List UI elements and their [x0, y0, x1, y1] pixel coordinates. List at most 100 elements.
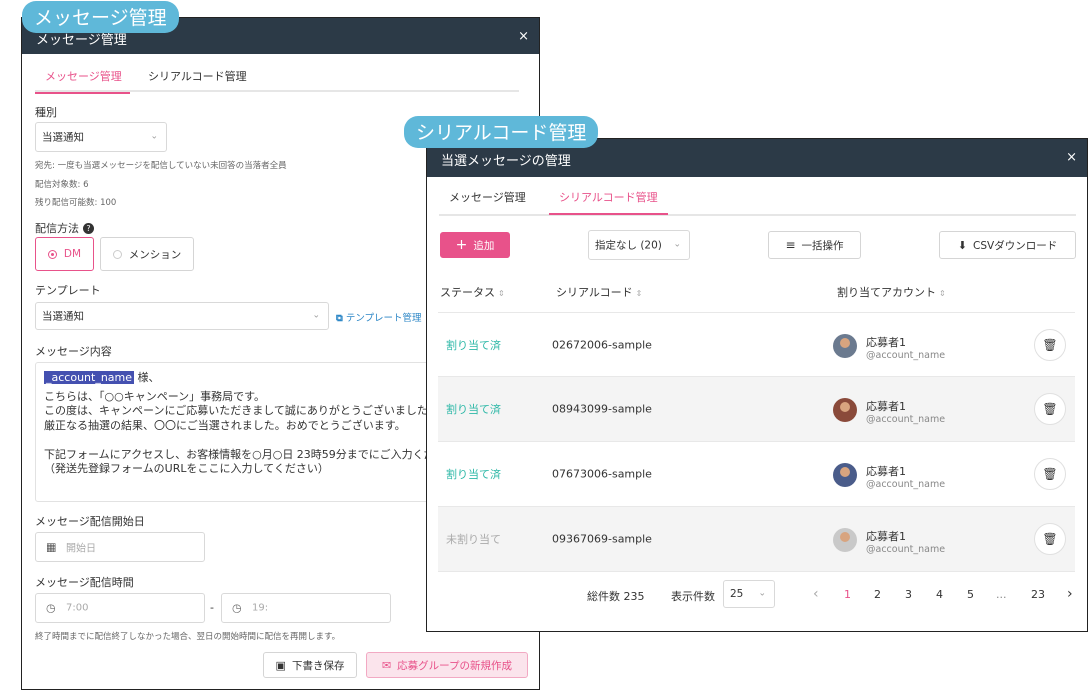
csv-download-button[interactable]: ⬇ CSVダウンロード — [939, 231, 1076, 259]
template-label: テンプレート — [35, 284, 101, 297]
sort-icon: ⇕ — [939, 289, 946, 298]
avatar — [833, 528, 857, 552]
account-display-name: 応募者1 — [866, 465, 906, 478]
column-header-serial-code[interactable]: シリアルコード ⇕ — [556, 284, 642, 300]
time-to-input[interactable]: ◷ 19: — [221, 593, 391, 623]
account-name-token: _account_name — [44, 371, 135, 384]
add-button[interactable]: + 追加 — [440, 232, 510, 258]
close-icon[interactable]: × — [518, 29, 529, 44]
column-header-status[interactable]: ステータス ⇕ — [440, 284, 505, 300]
type-select[interactable]: 当選通知 ⌄ — [35, 122, 167, 152]
salutation-text: 様、 — [137, 371, 160, 384]
column-header-assigned-account[interactable]: 割り当てアカウント ⇕ — [837, 284, 946, 300]
status-text: 割り当て済 — [446, 338, 501, 352]
prev-page-button[interactable]: ‹ — [813, 586, 819, 602]
save-draft-button[interactable]: ▣ 下書き保存 — [263, 652, 357, 678]
chevron-down-icon: ⌄ — [758, 588, 766, 599]
serial-code-management-tag: シリアルコード管理 — [404, 116, 599, 148]
remaining-count-note: 残り配信可能数: 100 — [35, 198, 117, 208]
radio-selected-icon — [47, 249, 57, 259]
template-management-link[interactable]: ⧉ テンプレート管理 — [336, 310, 422, 324]
list-icon: ≡ — [785, 238, 796, 252]
page-ellipsis: ... — [996, 588, 1007, 601]
page-5[interactable]: 5 — [967, 588, 974, 601]
status-text: 割り当て済 — [446, 403, 501, 416]
clock-icon: ◷ — [232, 601, 242, 615]
account-display-name: 応募者1 — [866, 400, 906, 413]
delete-button[interactable]: 🗑︎ — [1034, 523, 1066, 555]
help-icon[interactable]: ? — [83, 223, 94, 234]
type-select-value: 当選通知 — [42, 131, 84, 144]
trash-icon: 🗑︎ — [1042, 467, 1058, 481]
start-date-placeholder: 開始日 — [66, 543, 96, 555]
table-row: 割り当て済 08943099-sample 応募者1 @account_name… — [438, 377, 1075, 442]
avatar — [833, 334, 857, 358]
method-mention-radio[interactable]: メンション — [100, 237, 194, 271]
template-select[interactable]: 当選通知 ⌄ — [35, 302, 329, 330]
bulk-operation-button[interactable]: ≡ 一括操作 — [768, 231, 861, 259]
chevron-down-icon: ⌄ — [673, 239, 681, 250]
close-icon[interactable]: × — [1066, 150, 1077, 165]
save-draft-label: 下書き保存 — [291, 659, 345, 672]
serial-code-text: 09367069-sample — [552, 532, 652, 546]
save-icon: ▣ — [275, 658, 286, 672]
per-page-value: 25 — [730, 588, 744, 600]
serial-code-text: 07673006-sample — [552, 467, 652, 481]
total-count: 総件数 235 — [587, 590, 645, 603]
start-date-input[interactable]: ▦ 開始日 — [35, 532, 205, 562]
next-page-button[interactable]: › — [1067, 586, 1073, 602]
csv-download-label: CSVダウンロード — [973, 239, 1058, 252]
external-link-icon: ⧉ — [336, 313, 343, 324]
page-3[interactable]: 3 — [905, 588, 912, 601]
create-group-label: 応募グループの新規作成 — [397, 659, 513, 672]
trash-icon: 🗑︎ — [1042, 532, 1058, 546]
radio-unselected-icon — [112, 249, 122, 259]
delete-button[interactable]: 🗑︎ — [1034, 393, 1066, 425]
serial-code-management-window: 当選メッセージの管理 × メッセージ管理 シリアルコード管理 + 追加 指定なし … — [426, 138, 1088, 632]
tab-bar: メッセージ管理 シリアルコード管理 — [35, 68, 519, 94]
delete-button[interactable]: 🗑︎ — [1034, 458, 1066, 490]
account-handle: @account_name — [866, 350, 946, 361]
create-group-button[interactable]: ✉ 応募グループの新規作成 — [366, 652, 528, 678]
account-handle: @account_name — [866, 479, 946, 490]
page-2[interactable]: 2 — [874, 588, 881, 601]
method-dm-radio[interactable]: DM — [35, 237, 94, 271]
tab-message-management[interactable]: メッセージ管理 — [35, 68, 130, 94]
trash-icon: 🗑︎ — [1042, 338, 1058, 352]
time-from-value: 7:00 — [66, 602, 89, 614]
template-link-label: テンプレート管理 — [345, 313, 422, 324]
tab-serial-code-management[interactable]: シリアルコード管理 — [148, 68, 247, 92]
method-mention-label: メンション — [128, 248, 182, 261]
status-text: 未割り当て — [446, 533, 501, 546]
delete-button[interactable]: 🗑︎ — [1034, 329, 1066, 361]
template-select-value: 当選通知 — [42, 310, 84, 323]
target-count-note: 配信対象数: 6 — [35, 180, 89, 190]
download-icon: ⬇ — [957, 238, 968, 252]
time-to-value: 19: — [252, 602, 269, 614]
account-handle: @account_name — [866, 544, 946, 555]
mail-icon: ✉ — [381, 658, 392, 672]
window-title: 当選メッセージの管理 — [441, 154, 571, 169]
serial-code-text: 08943099-sample — [552, 402, 652, 416]
chevron-down-icon: ⌄ — [312, 310, 320, 321]
message-management-tag: メッセージ管理 — [22, 1, 179, 33]
account-display-name: 応募者1 — [866, 530, 906, 543]
tab-message-management[interactable]: メッセージ管理 — [449, 189, 526, 213]
type-label: 種別 — [35, 106, 57, 119]
page-4[interactable]: 4 — [936, 588, 943, 601]
avatar — [833, 398, 857, 422]
sort-icon: ⇕ — [498, 289, 505, 298]
tab-serial-code-management[interactable]: シリアルコード管理 — [549, 189, 668, 215]
page-23[interactable]: 23 — [1031, 588, 1045, 601]
tab-bar: メッセージ管理 シリアルコード管理 — [439, 189, 1076, 216]
filter-select[interactable]: 指定なし (20) ⌄ — [588, 230, 690, 260]
time-from-input[interactable]: ◷ 7:00 — [35, 593, 205, 623]
message-content-label: メッセージ内容 — [35, 345, 112, 358]
account-display-name: 応募者1 — [866, 336, 906, 349]
time-separator: - — [210, 601, 214, 614]
time-note: 終了時間までに配信終了しなかった場合、翌日の開始時間に配信を再開します。 — [35, 632, 341, 642]
per-page-select[interactable]: 25 ⌄ — [723, 580, 775, 608]
account-handle: @account_name — [866, 414, 946, 425]
delivery-time-label: メッセージ配信時間 — [35, 576, 134, 589]
page-1[interactable]: 1 — [844, 588, 851, 601]
